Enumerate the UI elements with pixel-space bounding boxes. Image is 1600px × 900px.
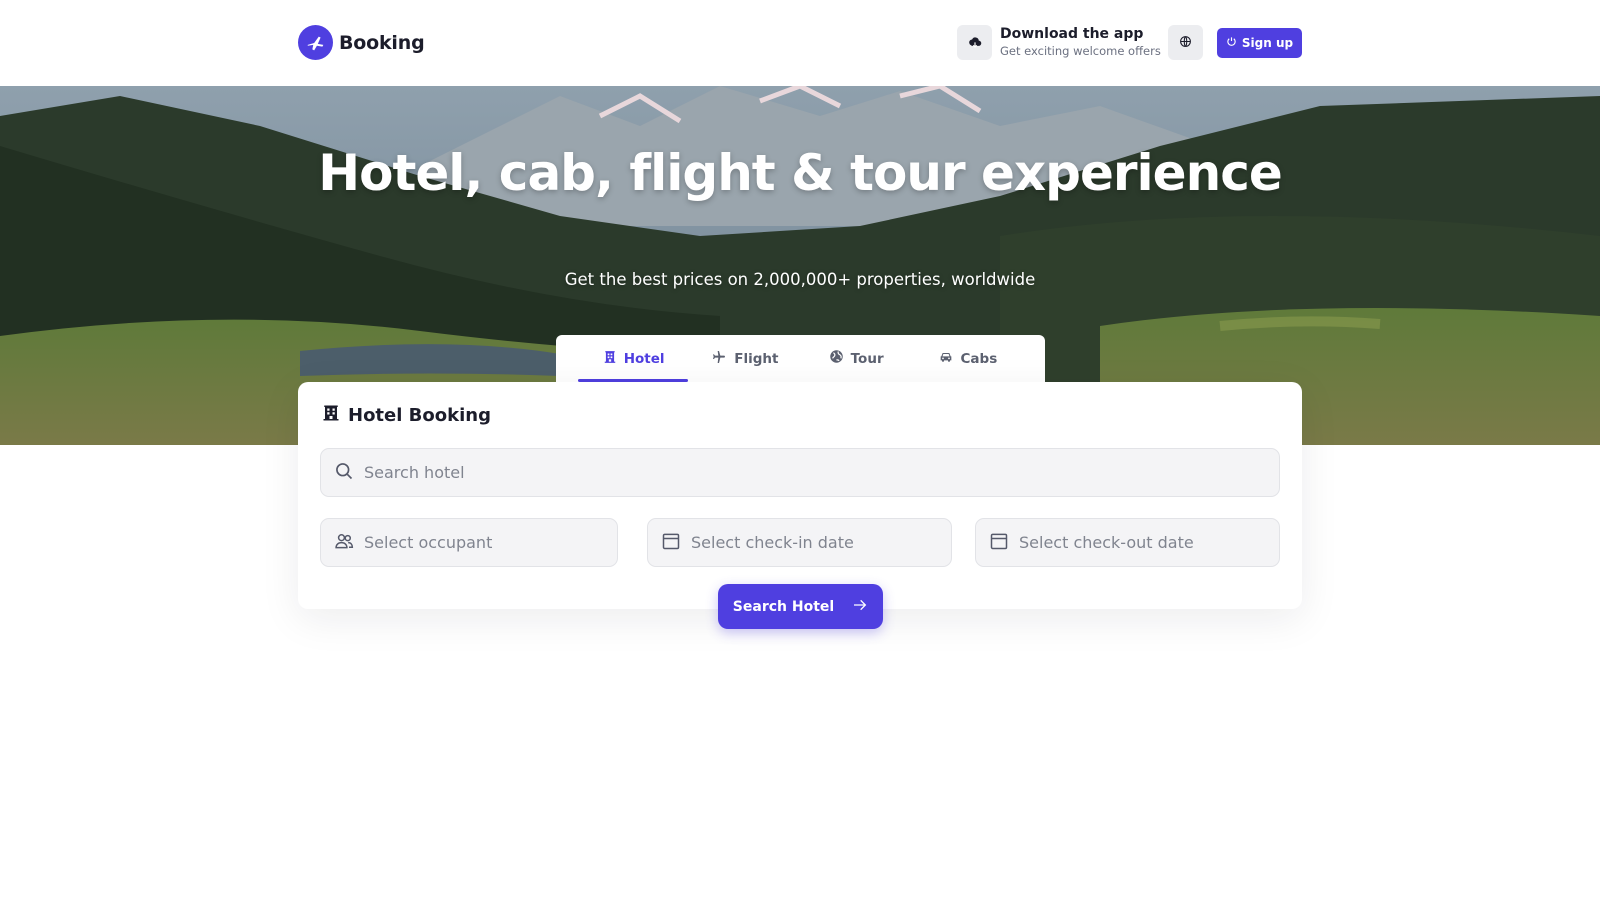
signup-button[interactable]: Sign up bbox=[1217, 28, 1302, 58]
checkout-date-input[interactable] bbox=[1019, 533, 1279, 552]
hero-subtitle: Get the best prices on 2,000,000+ proper… bbox=[564, 270, 1036, 289]
globe-icon bbox=[1179, 33, 1192, 52]
cloud-download-icon bbox=[957, 25, 992, 60]
search-icon bbox=[334, 461, 354, 485]
tab-tour[interactable]: Tour bbox=[801, 335, 912, 382]
checkout-date-field[interactable] bbox=[975, 518, 1280, 567]
app-promo-subtitle: Get exciting welcome offers bbox=[1000, 44, 1161, 58]
hero-title: Hotel, cab, flight & tour experience bbox=[318, 144, 1283, 202]
card-title: Hotel Booking bbox=[348, 405, 491, 426]
top-header: Booking Download the app Get exciting we… bbox=[0, 0, 1600, 86]
brand-name: Booking bbox=[339, 31, 425, 54]
tab-cabs[interactable]: Cabs bbox=[912, 335, 1023, 382]
calendar-icon bbox=[989, 531, 1009, 555]
tab-hotel-label: Hotel bbox=[623, 350, 665, 367]
building-icon bbox=[603, 350, 617, 368]
calendar-icon bbox=[661, 531, 681, 555]
checkin-date-input[interactable] bbox=[691, 533, 951, 552]
tab-flight[interactable]: Flight bbox=[689, 335, 800, 382]
signup-label: Sign up bbox=[1241, 36, 1294, 50]
app-promo-title: Download the app bbox=[1000, 26, 1144, 42]
search-hotel-label: Search Hotel bbox=[732, 598, 835, 615]
tab-hotel[interactable]: Hotel bbox=[578, 335, 689, 382]
globe-icon bbox=[829, 349, 844, 368]
hotel-booking-card: Hotel Booking bbox=[298, 382, 1302, 609]
card-heading: Hotel Booking bbox=[322, 404, 491, 427]
hotel-search-input[interactable] bbox=[364, 463, 1279, 482]
booking-type-tabs: Hotel Flight Tour Cabs bbox=[556, 335, 1045, 382]
tab-cabs-label: Cabs bbox=[960, 350, 998, 367]
search-hotel-button[interactable]: Search Hotel bbox=[718, 584, 883, 629]
building-icon bbox=[322, 404, 340, 427]
arrow-right-icon bbox=[852, 598, 868, 616]
tab-flight-label: Flight bbox=[734, 350, 779, 367]
users-icon bbox=[334, 531, 354, 555]
occupant-field[interactable] bbox=[320, 518, 618, 567]
tab-tour-label: Tour bbox=[850, 350, 884, 367]
plane-icon bbox=[711, 349, 727, 369]
download-app-promo[interactable]: Download the app Get exciting welcome of… bbox=[957, 25, 1161, 60]
hotel-search-field[interactable] bbox=[320, 448, 1280, 497]
power-icon bbox=[1226, 36, 1237, 50]
occupant-input[interactable] bbox=[364, 533, 617, 552]
plane-logo-icon bbox=[298, 25, 333, 60]
car-icon bbox=[938, 349, 954, 369]
language-button[interactable] bbox=[1168, 25, 1203, 60]
checkin-date-field[interactable] bbox=[647, 518, 952, 567]
brand-logo[interactable]: Booking bbox=[298, 25, 425, 60]
